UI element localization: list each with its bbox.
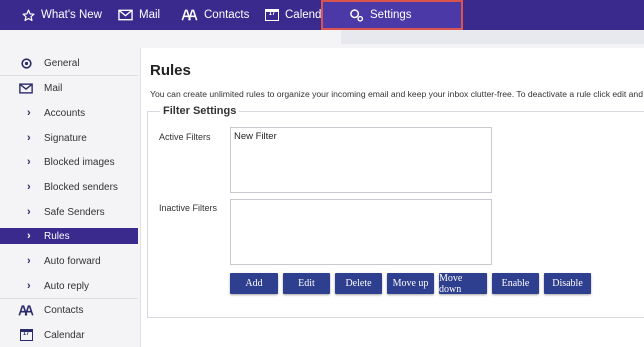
sidebar-item-blocked-images[interactable]: › Blocked images (0, 151, 138, 173)
sidebar-item-label: Safe Senders (44, 206, 105, 218)
inactive-filters-label: Inactive Filters (159, 203, 218, 213)
nav-contacts[interactable]: Contacts (181, 0, 249, 30)
sidebar-item-label: Rules (44, 230, 70, 242)
nav-label: What's New (41, 9, 102, 21)
sidebar-item-calendar[interactable]: 17 Calendar (0, 324, 138, 346)
nav-mail[interactable]: Mail (118, 0, 160, 30)
nav-label: Mail (139, 9, 161, 21)
rules-panel: Rules You can create unlimited rules to … (140, 30, 644, 347)
nav-settings[interactable]: Settings (321, 0, 463, 30)
settings-icon (349, 8, 364, 22)
chevron-right-icon: › (27, 255, 31, 267)
sidebar-item-label: Accounts (44, 107, 86, 119)
page-description: You can create unlimited rules to organi… (150, 89, 643, 99)
star-icon (22, 8, 35, 22)
sidebar-item-label: Mail (44, 82, 63, 94)
chevron-right-icon: › (27, 156, 31, 168)
chevron-right-icon: › (27, 132, 31, 144)
settings-sidebar: General Mail › Accounts › Signature › Bl… (0, 48, 140, 347)
enable-button[interactable]: Enable (492, 273, 539, 294)
chevron-right-icon: › (27, 181, 31, 193)
sidebar-item-mail[interactable]: Mail (0, 77, 138, 99)
contacts-icon (18, 302, 34, 318)
sidebar-item-label: Blocked images (44, 156, 115, 168)
page-title: Rules (150, 62, 191, 79)
sidebar-item-label: Contacts (44, 304, 84, 316)
sidebar-item-label: Auto reply (44, 280, 90, 292)
sidebar-item-signature[interactable]: › Signature (0, 127, 138, 149)
background-overlay (341, 30, 644, 44)
sidebar-item-label: Calendar (44, 329, 85, 341)
active-filters-list[interactable]: New Filter (230, 127, 492, 193)
disable-button[interactable]: Disable (544, 273, 591, 294)
chevron-right-icon: › (27, 280, 31, 292)
sidebar-item-accounts[interactable]: › Accounts (0, 102, 138, 124)
top-nav-bar: What's New Mail Contacts 17 Calendar Set… (0, 0, 644, 30)
inactive-filters-list[interactable] (230, 199, 492, 265)
sidebar-item-label: Signature (44, 132, 87, 144)
calendar-icon: 17 (18, 327, 34, 343)
delete-button[interactable]: Delete (335, 273, 382, 294)
sidebar-item-contacts[interactable]: Contacts (0, 299, 138, 321)
sidebar-item-general[interactable]: General (0, 52, 138, 74)
sidebar-item-auto-forward[interactable]: › Auto forward (0, 250, 138, 272)
add-button[interactable]: Add (230, 273, 278, 294)
sidebar-item-blocked-senders[interactable]: › Blocked senders (0, 176, 138, 198)
sidebar-item-auto-reply[interactable]: › Auto reply (0, 275, 138, 297)
nav-label: Settings (370, 9, 412, 21)
list-item[interactable]: New Filter (234, 131, 277, 142)
mail-icon (18, 80, 34, 96)
mail-icon (118, 9, 133, 21)
gear-icon (18, 55, 34, 71)
nav-label: Contacts (204, 9, 250, 21)
divider (0, 75, 138, 76)
sidebar-item-safe-senders[interactable]: › Safe Senders (0, 201, 138, 223)
sidebar-item-label: General (44, 57, 80, 69)
calendar-icon: 17 (265, 9, 279, 21)
active-filters-label: Active Filters (159, 132, 211, 142)
move-up-button[interactable]: Move up (387, 273, 434, 294)
chevron-right-icon: › (27, 107, 31, 119)
sidebar-item-label: Auto forward (44, 255, 101, 267)
sidebar-item-rules[interactable]: › Rules (0, 228, 138, 244)
edit-button[interactable]: Edit (283, 273, 330, 294)
sidebar-item-label: Blocked senders (44, 181, 118, 193)
move-down-button[interactable]: Move down (439, 273, 487, 295)
filter-settings-legend: Filter Settings (160, 105, 240, 117)
nav-whats-new[interactable]: What's New (22, 0, 102, 30)
contacts-icon (181, 9, 198, 21)
chevron-right-icon: › (27, 230, 31, 242)
chevron-right-icon: › (27, 206, 31, 218)
